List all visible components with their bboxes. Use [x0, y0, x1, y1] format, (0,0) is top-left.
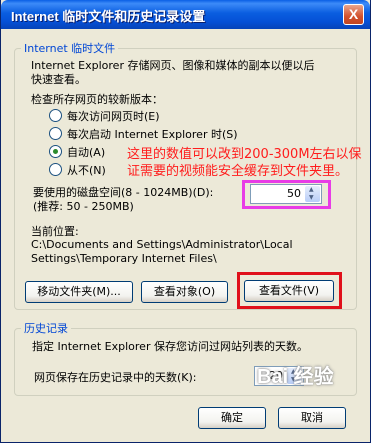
disk-space-spin-arrows[interactable]: ▲ ▼: [305, 186, 320, 202]
view-objects-button[interactable]: 查看对象(O): [141, 281, 228, 303]
ok-button[interactable]: 确定: [198, 407, 266, 429]
history-days-label: 网页保存在历史记录中的天数(K):: [34, 371, 197, 384]
close-button[interactable]: X: [343, 4, 364, 25]
current-location-path-1: C:\Documents and Settings\Administrator\…: [31, 238, 293, 251]
check-newer-label: 检查所存网页的较新版本：: [31, 93, 163, 106]
window-title: Internet 临时文件和历史记录设置: [11, 9, 206, 24]
current-location-label: 当前位置:: [31, 225, 79, 238]
history-description: 指定 Internet Explorer 保存您访问过网站列表的天数。: [32, 340, 308, 353]
dialog-window: Internet 临时文件和历史记录设置 X Internet 临时文件 Int…: [0, 0, 371, 443]
current-location-path-2: Settings\Temporary Internet Files\: [31, 252, 217, 265]
radio-never-label[interactable]: 从不(N): [67, 162, 106, 178]
radio-every-visit[interactable]: [49, 109, 62, 122]
disk-space-spinner[interactable]: 50 ▲ ▼: [250, 184, 322, 204]
disk-space-value[interactable]: 50: [287, 187, 301, 200]
temp-files-description-2: 快速查看。: [31, 73, 86, 86]
spin-down-icon[interactable]: ▼: [309, 195, 314, 201]
temp-files-legend: Internet 临时文件: [24, 42, 116, 55]
radio-every-visit-label[interactable]: 每次访问网页时(E): [67, 108, 160, 124]
history-legend: 历史记录: [24, 322, 68, 335]
radio-never[interactable]: [49, 163, 62, 176]
view-files-button[interactable]: 查看文件(V): [244, 280, 334, 302]
radio-automatic[interactable]: [49, 145, 62, 158]
move-folder-button[interactable]: 移动文件夹(M)...: [25, 281, 133, 303]
baidu-watermark: Bai 经验: [257, 366, 334, 388]
disk-space-recommend: (推荐: 50 - 250MB): [33, 200, 134, 213]
radio-every-start-label[interactable]: 每次启动 Internet Explorer 时(S): [67, 126, 238, 142]
radio-every-start[interactable]: [49, 127, 62, 140]
radio-automatic-label[interactable]: 自动(A): [67, 144, 105, 160]
title-bar[interactable]: Internet 临时文件和历史记录设置 X: [1, 0, 370, 29]
cancel-button[interactable]: 取消: [278, 407, 346, 429]
spin-up-icon[interactable]: ▲: [309, 187, 314, 193]
annotation-note: 这里的数值可以改到200-300M左右以保证需要的视频能安全缓存到文件夹里。: [127, 147, 362, 179]
